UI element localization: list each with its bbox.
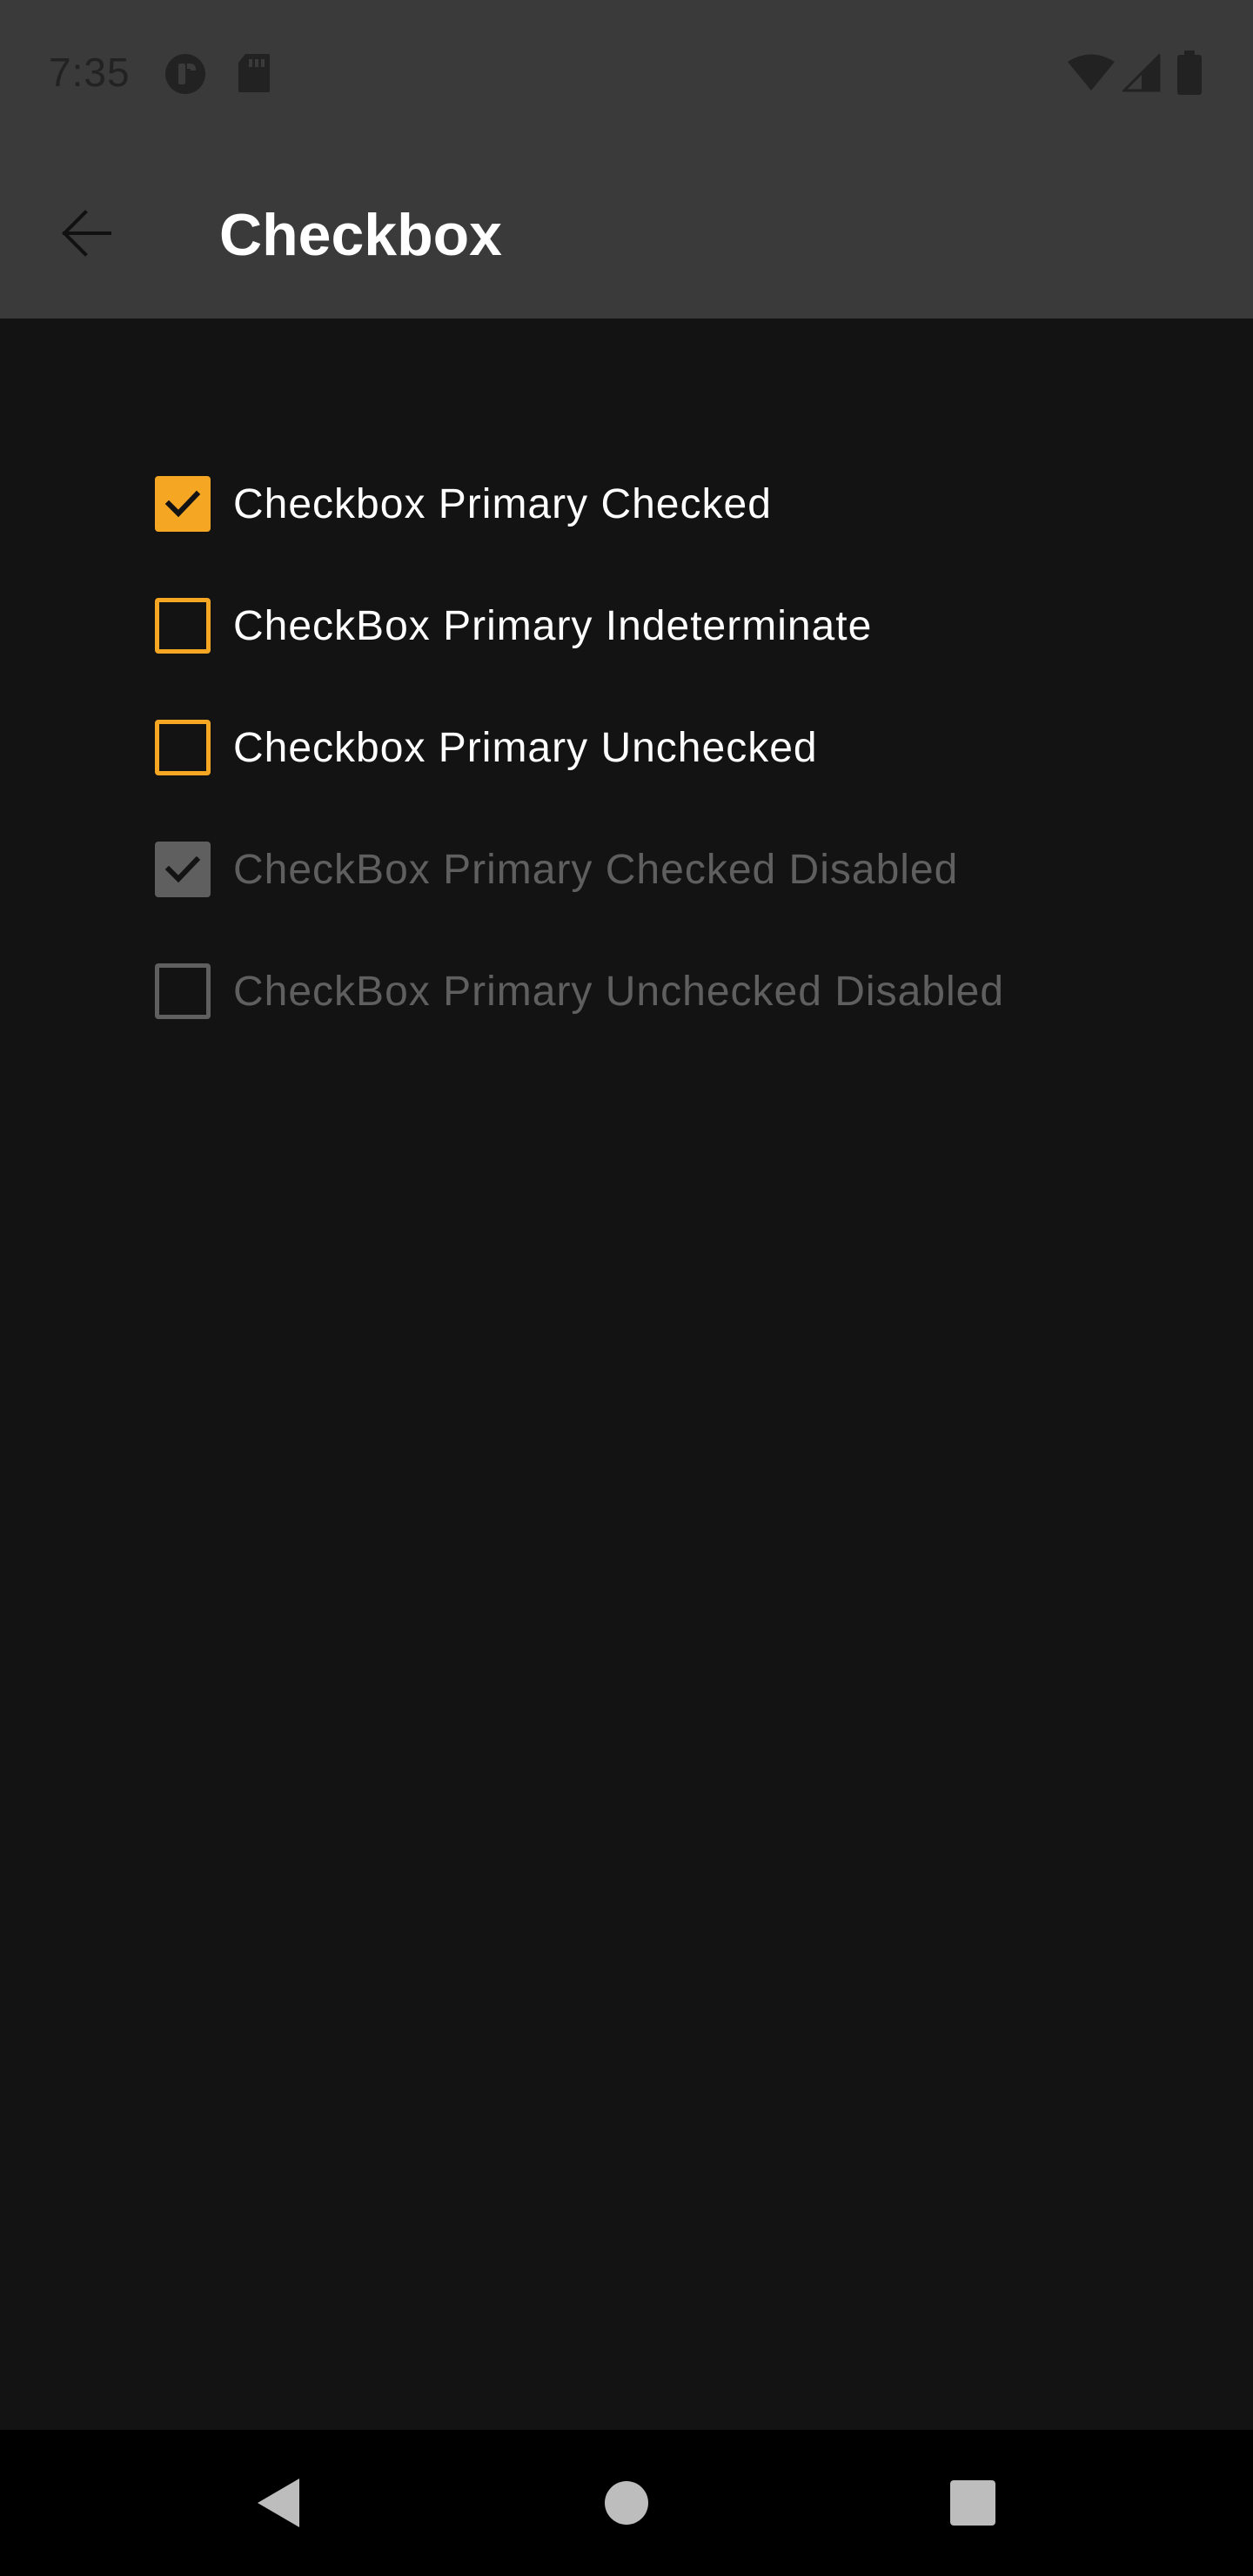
navigation-bar xyxy=(0,2430,1253,2576)
checkbox-primary-unchecked[interactable]: Checkbox Primary Unchecked xyxy=(139,700,818,795)
wifi-icon xyxy=(1068,54,1115,91)
checkbox-label: CheckBox Primary Unchecked Disabled xyxy=(233,968,1005,1015)
recents-square-icon xyxy=(950,2480,995,2526)
checkmark-icon xyxy=(164,490,201,518)
checkbox-label: CheckBox Primary Checked Disabled xyxy=(233,846,959,893)
back-button[interactable] xyxy=(44,191,127,275)
sd-card-icon xyxy=(238,54,270,92)
status-bar: 7:35 xyxy=(0,0,1253,148)
nfc-icon xyxy=(165,54,205,94)
checkbox-label: Checkbox Primary Unchecked xyxy=(233,724,818,771)
app-bar: Checkbox xyxy=(0,148,1253,319)
nav-back-button[interactable] xyxy=(235,2459,322,2546)
checkbox-primary-unchecked-disabled: CheckBox Primary Unchecked Disabled xyxy=(139,943,1004,1039)
signal-icon xyxy=(1122,54,1161,92)
checkbox-checked-disabled-box xyxy=(155,842,211,897)
page-title: Checkbox xyxy=(219,202,502,268)
back-triangle-icon xyxy=(258,2479,299,2527)
checkbox-label: CheckBox Primary Indeterminate xyxy=(233,602,873,649)
checkbox-label: Checkbox Primary Checked xyxy=(233,480,772,527)
checkbox-unchecked-disabled-box xyxy=(155,963,211,1019)
status-time: 7:35 xyxy=(49,50,131,95)
checkbox-primary-checked[interactable]: Checkbox Primary Checked xyxy=(139,456,772,552)
nav-home-button[interactable] xyxy=(583,2459,670,2546)
arrow-back-icon xyxy=(62,210,111,257)
checkbox-primary-checked-disabled: CheckBox Primary Checked Disabled xyxy=(139,822,958,917)
checkbox-unchecked-box[interactable] xyxy=(155,720,211,775)
screen: 7:35 Checkbox Checkbox Primary Checked C… xyxy=(0,0,1253,2576)
nav-recents-button[interactable] xyxy=(929,2459,1016,2546)
battery-icon xyxy=(1177,50,1202,95)
home-circle-icon xyxy=(605,2481,648,2525)
checkbox-primary-indeterminate[interactable]: CheckBox Primary Indeterminate xyxy=(139,578,872,674)
checkmark-icon xyxy=(164,855,201,883)
checkbox-checked-box[interactable] xyxy=(155,476,211,532)
checkbox-indeterminate-box[interactable] xyxy=(155,598,211,654)
